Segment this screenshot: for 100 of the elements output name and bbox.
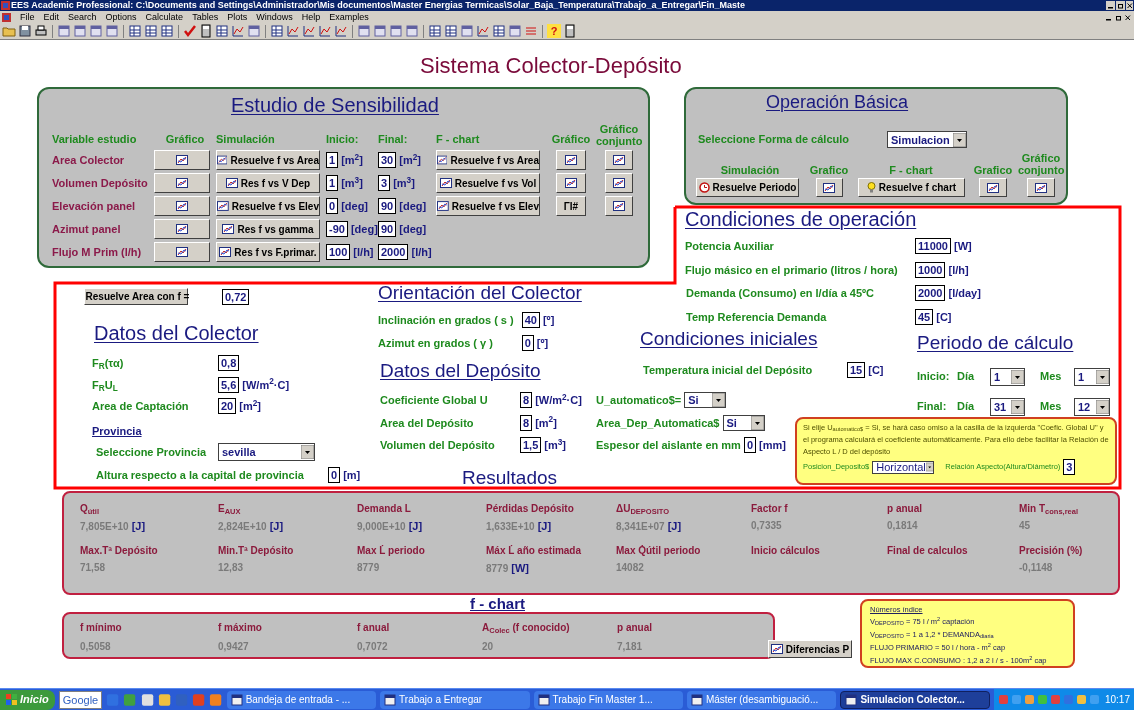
taskbar-button[interactable]: Trabajo a Entregar — [380, 690, 530, 709]
dropdown[interactable]: 12 — [1074, 398, 1110, 416]
dropdown[interactable]: Simulacion — [887, 131, 967, 148]
check-icon[interactable] — [183, 24, 197, 38]
app-icon[interactable] — [157, 692, 172, 707]
taskbar-button[interactable]: Máster (desambiguació... — [686, 690, 837, 709]
window-icon[interactable] — [389, 24, 403, 38]
value-field[interactable]: 8 — [520, 414, 533, 431]
plot-button[interactable] — [556, 173, 586, 193]
value-field[interactable]: -90 — [326, 221, 348, 237]
value-field[interactable]: 2000 — [378, 244, 409, 260]
value-field[interactable]: 15 — [847, 362, 866, 379]
simulate-button[interactable]: Res f vs gamma — [216, 219, 320, 239]
minimize-icon[interactable] — [1106, 1, 1115, 10]
dropdown[interactable]: 1 — [990, 368, 1025, 386]
help-button[interactable]: ? — [547, 24, 561, 38]
simulate-button[interactable]: Res f vs V Dep — [216, 173, 320, 193]
window-icon[interactable] — [508, 24, 522, 38]
window-icon[interactable] — [373, 24, 387, 38]
plot-button[interactable] — [815, 178, 843, 197]
combined-plot-button[interactable] — [605, 173, 633, 193]
menu-item[interactable]: Plots — [227, 11, 248, 23]
table-icon[interactable] — [160, 24, 174, 38]
window-icon[interactable] — [57, 24, 71, 38]
plot-button[interactable] — [154, 150, 210, 170]
chart-icon[interactable] — [334, 24, 348, 38]
restore-icon[interactable] — [1116, 1, 1125, 10]
combined-plot-button[interactable] — [1027, 178, 1055, 197]
taskbar-button[interactable]: Simulacion Colector... — [840, 690, 990, 709]
window-icon[interactable] — [460, 24, 474, 38]
chart-icon[interactable] — [476, 24, 490, 38]
dropdown[interactable]: Si — [684, 392, 727, 409]
table-icon[interactable] — [492, 24, 506, 38]
close-icon[interactable] — [1124, 12, 1131, 22]
value-field[interactable]: 40 — [521, 312, 540, 329]
taskbar-button[interactable]: Bandeja de entrada - ... — [226, 690, 377, 709]
differences-button[interactable]: Diferencias P — [768, 640, 852, 658]
solve-period-button[interactable]: Resuelve Periodo — [696, 178, 799, 197]
value-field[interactable]: 90 — [378, 221, 397, 237]
window-icon[interactable] — [105, 24, 119, 38]
value-field[interactable]: 1,5 — [520, 437, 542, 454]
plot-button[interactable] — [556, 150, 586, 170]
print-icon[interactable] — [34, 24, 48, 38]
plot-button[interactable] — [154, 196, 210, 216]
value-field[interactable]: 0,8 — [218, 355, 240, 372]
dropdown[interactable]: Horizontal — [872, 460, 935, 474]
value-field[interactable]: 5,6 — [218, 376, 240, 393]
plot-button[interactable] — [154, 219, 210, 239]
plot-button[interactable]: ΓI# — [556, 196, 586, 216]
menu-item[interactable]: Examples — [329, 11, 369, 23]
dropdown[interactable]: Si — [722, 414, 765, 431]
combined-plot-button[interactable] — [605, 150, 633, 170]
table-icon[interactable] — [215, 24, 229, 38]
menu-item[interactable]: Windows — [256, 11, 293, 23]
plot-button[interactable] — [979, 178, 1007, 197]
chart-icon[interactable] — [318, 24, 332, 38]
dropdown[interactable]: 31 — [990, 398, 1025, 416]
value-field[interactable]: 0 — [743, 437, 756, 454]
table-icon[interactable] — [428, 24, 442, 38]
window-icon[interactable] — [247, 24, 261, 38]
simulate-button[interactable]: Resuelve f vs Area — [216, 150, 320, 170]
chart-icon[interactable] — [302, 24, 316, 38]
solve-area-button[interactable]: Resuelve Area con f = — [84, 288, 188, 305]
value-field[interactable]: 30 — [378, 152, 397, 168]
dropdown[interactable]: 1 — [1074, 368, 1110, 386]
table-icon[interactable] — [128, 24, 142, 38]
table-icon[interactable] — [444, 24, 458, 38]
value-field[interactable]: 45 — [915, 308, 934, 325]
value-field[interactable]: 90 — [378, 198, 397, 214]
calculator-icon[interactable] — [563, 24, 577, 38]
value-field[interactable]: 1 — [326, 175, 339, 191]
solve-fchart-button[interactable]: Resuelve f chart — [858, 178, 965, 197]
simulate-button[interactable]: Resuelve f vs Elev — [216, 196, 320, 216]
save-icon[interactable] — [18, 24, 32, 38]
plot-button[interactable] — [154, 173, 210, 193]
value-field[interactable]: 1000 — [915, 261, 946, 278]
fchart-button[interactable]: Resuelve f vs Elev — [436, 196, 540, 216]
simulate-button[interactable]: Res f vs F.primar. — [216, 242, 320, 262]
menu-item[interactable]: Options — [105, 11, 137, 23]
value-field[interactable]: 8 — [520, 392, 533, 409]
window-icon[interactable] — [89, 24, 103, 38]
value-field[interactable]: 0 — [328, 467, 341, 484]
value-field[interactable]: 0 — [326, 198, 339, 214]
chart-icon[interactable] — [286, 24, 300, 38]
value-field[interactable]: 3 — [1063, 459, 1076, 475]
value-field[interactable]: 0,72 — [222, 288, 250, 305]
value-field[interactable]: 11000 — [915, 238, 951, 255]
value-field[interactable]: 0 — [521, 334, 534, 351]
combined-plot-button[interactable] — [605, 196, 633, 216]
window-icon[interactable] — [405, 24, 419, 38]
start-button[interactable]: Inicio — [0, 689, 55, 710]
menu-item[interactable]: Calculate — [145, 11, 184, 23]
value-field[interactable]: 100 — [326, 244, 351, 260]
value-field[interactable]: 3 — [378, 175, 391, 191]
taskbar-button[interactable]: Trabajo Fin Master 1... — [533, 690, 683, 709]
close-icon[interactable] — [1126, 1, 1133, 10]
table-icon[interactable] — [270, 24, 284, 38]
value-field[interactable]: 2000 — [915, 285, 946, 302]
value-field[interactable]: 20 — [218, 398, 237, 415]
plot-button[interactable] — [154, 242, 210, 262]
